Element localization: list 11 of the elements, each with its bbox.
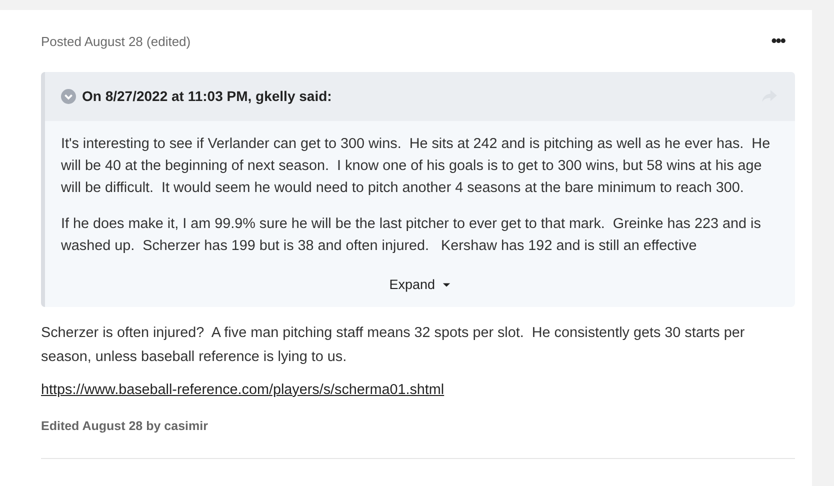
edited-note: Edited August 28 by casimir	[41, 418, 209, 436]
post-text: Scherzer is often injured? A five man pitching staff means 32 spots per slot. He consistently gets 30 starts per season, unless baseball reference is lying to us.	[41, 324, 746, 367]
quote-paragraph: It's interesting to see if Verlander can get to 300 wins. He sits at 242 and is pitching as well as he ever has. He will be 40 at the beginning of next season. I know one of his goals is to get to 300 wins, but 58 wins at his age will be difficult. It would seem he would need to pitch another 4 seasons at the bare minimum to reach 300.	[61, 134, 772, 198]
expand-button[interactable]: Expand	[381, 270, 459, 299]
collapse-toggle-icon[interactable]	[61, 88, 76, 104]
more-options-button[interactable]: •••	[761, 34, 795, 50]
quote-paragraph: If he does make it, I am 99.9% sure he will be the last pitcher to ever get to that mark. Greinke has 223 and is washed up. Scherzer has 199 but is 38 and often injured. Kershaw has 192 and is still an effective	[61, 214, 762, 256]
caret-icon	[442, 282, 451, 288]
quote-citation: On 8/27/2022 at 11:03 PM, gkelly said:	[82, 86, 332, 106]
post-date: Posted August 28 (edited)	[41, 33, 191, 51]
reference-link[interactable]: https://www.baseball-reference.com/players/s/scherma01.shtml	[41, 380, 444, 402]
